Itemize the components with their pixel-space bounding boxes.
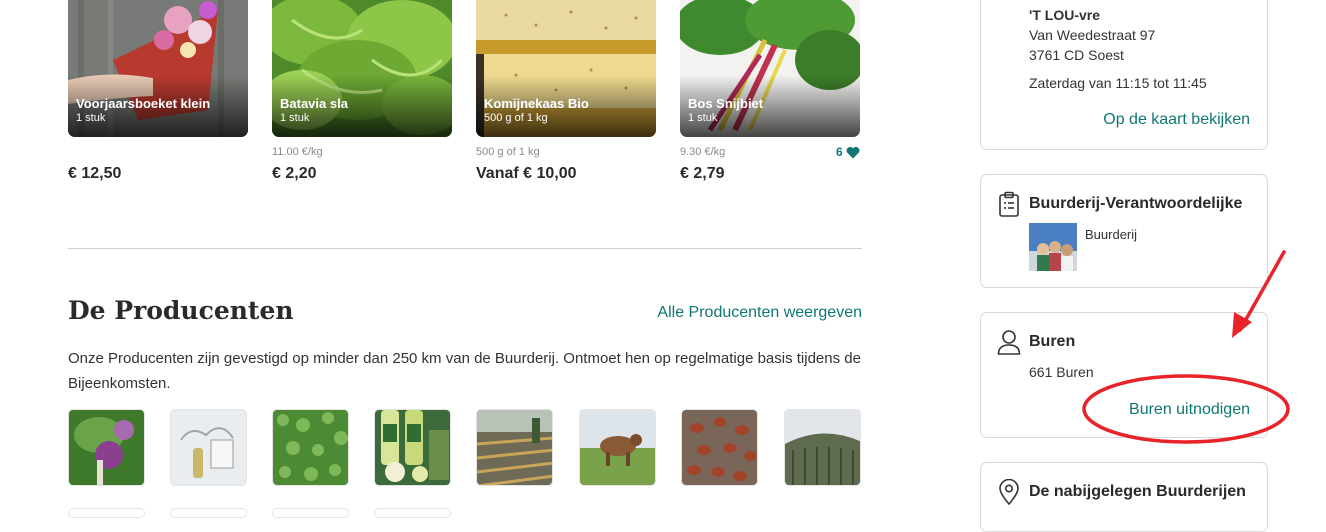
nearby-farms-panel: De nabijgelegen Buurderijen xyxy=(980,462,1268,532)
product-quantity: 500 g of 1 kg xyxy=(484,112,548,124)
producer-thumbnail[interactable] xyxy=(784,409,861,486)
location-street: Van Weedestraat 97 xyxy=(1029,27,1156,43)
producer-thumbnail[interactable] xyxy=(681,409,758,486)
pickup-location-panel: 'T LOU-vre Van Weedestraat 97 3761 CD So… xyxy=(980,0,1268,150)
product-quantity: 1 stuk xyxy=(688,112,718,124)
unit-price: 500 g of 1 kg xyxy=(476,146,540,158)
all-producers-link[interactable]: Alle Producenten weergeven xyxy=(657,304,862,322)
location-name: 'T LOU-vre xyxy=(1029,7,1101,23)
product-card-batavia[interactable]: Batavia sla 1 stuk 11.00 €/kg € 2,20 xyxy=(272,0,452,190)
producer-thumbnail[interactable] xyxy=(68,409,145,486)
unit-price: 9.30 €/kg xyxy=(680,146,726,158)
product-image[interactable]: Bos Snijbiet 1 stuk xyxy=(680,0,860,137)
product-quantity: 1 stuk xyxy=(280,112,310,124)
product-image[interactable]: Voorjaarsboeket klein 1 stuk xyxy=(68,0,248,137)
map-pin-icon xyxy=(997,478,1021,506)
product-card-komijnekaas[interactable]: Komijnekaas Bio 500 g of 1 kg 500 g of 1… xyxy=(476,0,656,190)
producer-thumbnail[interactable] xyxy=(579,409,656,486)
user-icon xyxy=(997,329,1021,355)
product-name: Bos Snijbiet xyxy=(688,96,764,111)
annotation-overlay xyxy=(1082,250,1290,444)
producer-thumbnail[interactable] xyxy=(374,409,451,486)
producer-thumbnail[interactable] xyxy=(374,508,451,518)
product-name: Batavia sla xyxy=(280,96,348,111)
host-title: Buurderij-Verantwoordelijke xyxy=(1029,195,1243,212)
product-image[interactable]: Batavia sla 1 stuk xyxy=(272,0,452,137)
product-price: € 2,79 xyxy=(680,165,725,182)
product-price: Vanaf € 10,00 xyxy=(476,165,577,182)
producer-thumbnail[interactable] xyxy=(476,409,553,486)
unit-price: 11.00 €/kg xyxy=(272,146,323,158)
producers-intro: Onze Producenten zijn gevestigd op minde… xyxy=(68,350,861,392)
host-label: Buurderij xyxy=(1085,227,1138,242)
producer-thumbnail[interactable] xyxy=(272,409,349,486)
pickup-schedule: Zaterdag van 11:15 tot 11:45 xyxy=(1029,75,1207,91)
producer-thumbnail[interactable] xyxy=(272,508,349,518)
neighbours-title: Buren xyxy=(1029,333,1076,350)
product-price: € 2,20 xyxy=(272,165,317,182)
location-city: 3761 CD Soest xyxy=(1029,47,1124,63)
heart-icon[interactable] xyxy=(846,146,860,159)
product-card-voorjaarsboeket[interactable]: Voorjaarsboeket klein 1 stuk € 12,50 xyxy=(68,0,248,190)
nearby-farms-title: De nabijgelegen Buurderijen xyxy=(1029,483,1246,500)
producer-thumbnail[interactable] xyxy=(170,508,247,518)
product-image[interactable]: Komijnekaas Bio 500 g of 1 kg xyxy=(476,0,656,137)
likes-count: 6 xyxy=(836,145,843,159)
clipboard-icon xyxy=(997,191,1021,217)
product-price: € 12,50 xyxy=(68,165,122,182)
product-quantity: 1 stuk xyxy=(76,112,106,124)
producer-thumbnail[interactable] xyxy=(68,508,145,518)
product-name: Voorjaarsboeket klein xyxy=(76,96,211,111)
product-name: Komijnekaas Bio xyxy=(484,96,589,111)
host-avatar[interactable] xyxy=(1029,223,1077,271)
product-card-snijbiet[interactable]: Bos Snijbiet 1 stuk 9.30 €/kg 6 € 2,79 xyxy=(680,0,860,190)
producer-thumbnail[interactable] xyxy=(170,409,247,486)
producers-title: De Producenten xyxy=(68,296,294,325)
view-on-map-link[interactable]: Op de kaart bekijken xyxy=(1103,111,1250,129)
section-divider xyxy=(68,248,862,249)
